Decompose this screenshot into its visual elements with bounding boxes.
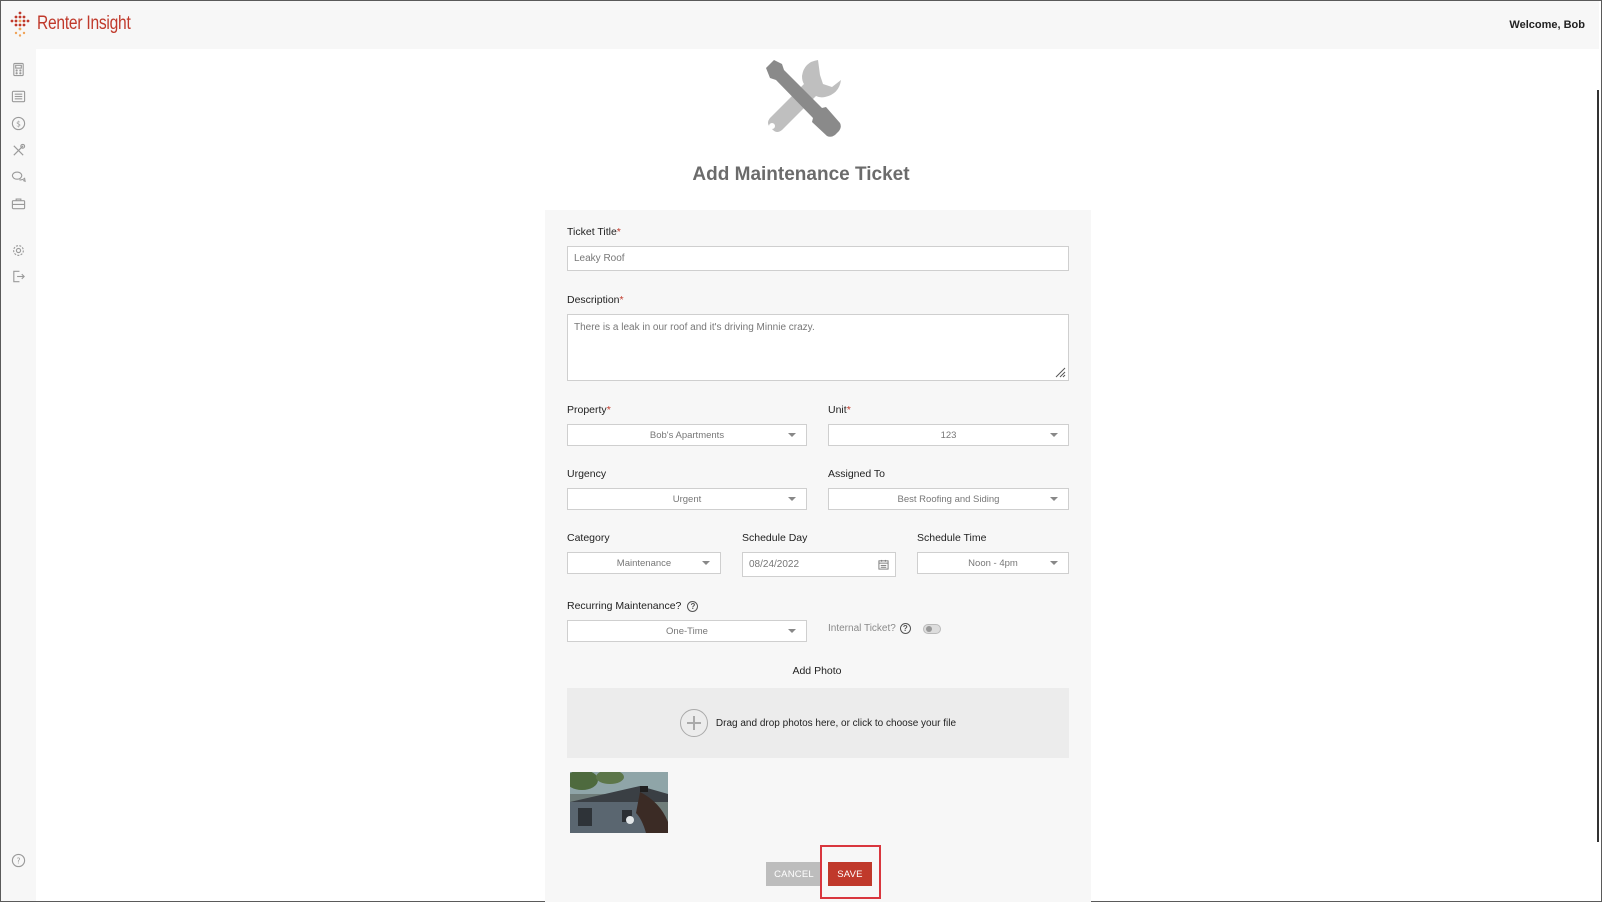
description-textarea[interactable]: There is a leak in our roof and it's dri… xyxy=(567,314,1069,381)
schedule-day-value: 08/24/2022 xyxy=(749,559,800,570)
ticket-title-label: Ticket Title* xyxy=(567,226,621,238)
urgency-label: Urgency xyxy=(567,468,607,480)
resize-handle-icon[interactable] xyxy=(1054,366,1066,378)
brand-name: Renter Insight xyxy=(37,13,131,34)
welcome-message: Welcome, Bob xyxy=(1509,19,1585,31)
brand-logo[interactable]: Renter Insight xyxy=(9,11,151,37)
briefcase-icon[interactable] xyxy=(10,195,27,212)
wrench-screwdriver-icon xyxy=(766,60,841,137)
svg-text:$: $ xyxy=(16,119,21,128)
schedule-time-label: Schedule Time xyxy=(917,532,987,544)
add-circle-icon xyxy=(679,709,708,737)
schedule-day-label: Schedule Day xyxy=(742,532,808,544)
photo-dropzone[interactable]: Drag and drop photos here, or click to c… xyxy=(567,688,1069,758)
schedule-time-value: Noon - 4pm xyxy=(968,557,1018,569)
recurring-label: Recurring Maintenance?? xyxy=(567,600,699,612)
brand-logo-icon xyxy=(10,11,30,37)
help-circle-icon[interactable]: ? xyxy=(687,600,699,612)
page-title: Add Maintenance Ticket xyxy=(692,164,910,185)
calculator-icon[interactable] xyxy=(10,61,27,78)
house-photo xyxy=(570,772,668,833)
category-value: Maintenance xyxy=(616,557,672,569)
internal-ticket-label: Internal Ticket?? xyxy=(828,623,911,634)
assigned-to-select[interactable]: Best Roofing and Siding xyxy=(828,488,1069,510)
logout-icon[interactable] xyxy=(10,268,27,285)
chevron-down-icon xyxy=(788,433,796,437)
urgency-value: Urgent xyxy=(672,493,702,505)
help-circle-icon[interactable]: ? xyxy=(899,623,911,634)
ticket-title-value: Leaky Roof xyxy=(574,253,625,264)
page-scrollbar[interactable] xyxy=(1597,90,1599,842)
top-bar: Renter Insight Welcome, Bob xyxy=(1,1,1599,49)
save-button-highlight xyxy=(820,845,881,899)
dollar-icon[interactable]: $ xyxy=(10,115,27,132)
list-icon[interactable] xyxy=(10,88,27,105)
chevron-down-icon xyxy=(788,497,796,501)
ticket-title-input[interactable]: Leaky Roof xyxy=(567,246,1069,271)
gear-icon[interactable] xyxy=(10,242,27,259)
unit-select[interactable]: 123 xyxy=(828,424,1069,446)
cancel-button[interactable]: CANCEL xyxy=(766,862,822,886)
description-label: Description* xyxy=(567,294,624,306)
photo-thumbnail[interactable] xyxy=(570,772,668,833)
calendar-icon[interactable] xyxy=(878,559,889,570)
help-icon[interactable]: ? xyxy=(10,852,27,869)
dropzone-text: Drag and drop photos here, or click to c… xyxy=(715,717,957,729)
description-value: There is a leak in our roof and it's dri… xyxy=(574,322,815,333)
urgency-select[interactable]: Urgent xyxy=(567,488,807,510)
property-select[interactable]: Bob's Apartments xyxy=(567,424,807,446)
property-value: Bob's Apartments xyxy=(649,429,725,441)
category-select[interactable]: Maintenance xyxy=(567,552,721,574)
assigned-to-label: Assigned To xyxy=(828,468,886,480)
chevron-down-icon xyxy=(1050,561,1058,565)
schedule-day-input[interactable]: 08/24/2022 xyxy=(742,552,896,577)
chevron-down-icon xyxy=(1050,433,1058,437)
assigned-to-value: Best Roofing and Siding xyxy=(897,493,1000,505)
recurring-value: One-Time xyxy=(666,625,708,637)
tools-icon[interactable] xyxy=(10,142,27,159)
category-label: Category xyxy=(567,532,610,544)
unit-label: Unit* xyxy=(828,404,851,416)
unit-value: 123 xyxy=(940,429,957,441)
svg-text:?: ? xyxy=(17,856,21,865)
internal-ticket-toggle[interactable] xyxy=(923,624,941,634)
schedule-time-select[interactable]: Noon - 4pm xyxy=(917,552,1069,574)
chevron-down-icon xyxy=(702,561,710,565)
chevron-down-icon xyxy=(1050,497,1058,501)
recurring-select[interactable]: One-Time xyxy=(567,620,807,642)
add-photo-label: Add Photo xyxy=(792,665,842,677)
chevron-down-icon xyxy=(788,629,796,633)
property-label: Property* xyxy=(567,404,611,416)
